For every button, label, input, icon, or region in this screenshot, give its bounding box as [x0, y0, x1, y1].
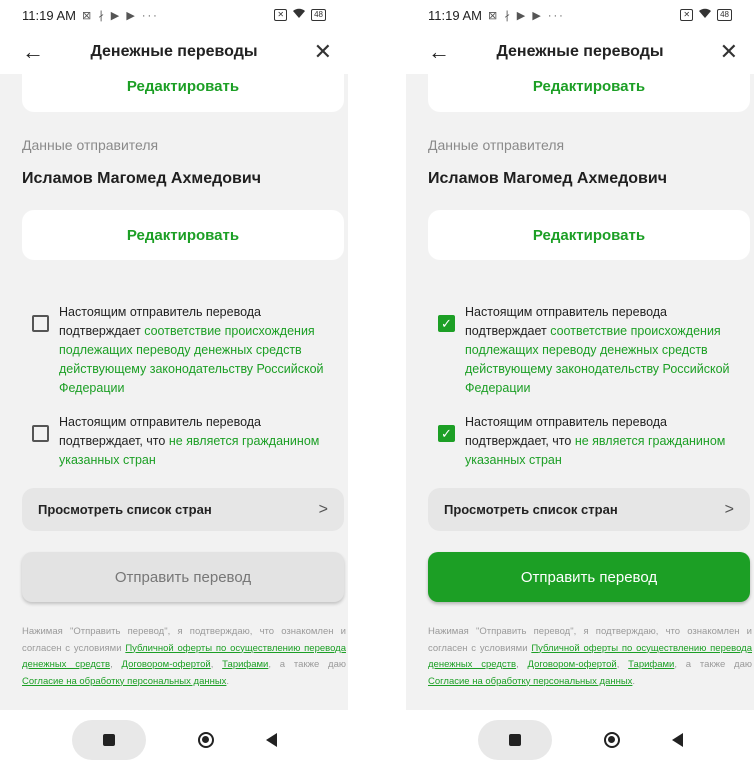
screen-unchecked: 11:19 AM ⊠ ∤ ▶ ▶ ··· ✕ 48 ← Денежные пер…: [0, 0, 348, 769]
edit-recipient-button[interactable]: Редактировать: [127, 78, 239, 95]
recipient-edit-card[interactable]: Редактировать: [22, 74, 344, 112]
consent-origin-row[interactable]: Настоящим отправитель перевода подтвержд…: [32, 303, 338, 398]
chevron-right-icon: >: [724, 500, 734, 518]
send-transfer-label: Отправить перевод: [520, 568, 658, 586]
status-time: 11:19 AM: [428, 7, 482, 23]
origin-consent-text: Настоящим отправитель перевода подтвержд…: [465, 303, 744, 398]
legal-text-2: ,: [516, 659, 528, 670]
close-icon[interactable]: ✕: [720, 39, 738, 65]
app-header: ← Денежные переводы ✕: [406, 30, 754, 74]
edit-sender-button[interactable]: Редактировать: [127, 227, 239, 244]
legal-notice: Нажимая "Отправить перевод", я подтвержд…: [22, 624, 346, 690]
citizenship-checkbox[interactable]: [32, 425, 49, 442]
legal-notice: Нажимая "Отправить перевод", я подтвержд…: [428, 624, 752, 690]
square-icon: [508, 733, 521, 746]
square-icon: [102, 733, 115, 746]
sender-edit-card[interactable]: Редактировать: [428, 210, 750, 260]
status-bar: 11:19 AM ⊠ ∤ ▶ ▶ ··· ✕ 48: [0, 0, 348, 30]
origin-checkbox[interactable]: ✓: [438, 315, 455, 332]
legal-text-3: ,: [616, 659, 629, 670]
sender-section-label: Данные отправителя: [22, 137, 159, 153]
recipient-edit-card[interactable]: Редактировать: [428, 74, 750, 112]
legal-text-2: ,: [110, 659, 122, 670]
send-transfer-button[interactable]: Отправить перевод: [428, 552, 750, 602]
tariffs-link[interactable]: Тарифами: [222, 659, 268, 670]
legal-text-4: , а также даю: [268, 659, 347, 670]
system-icons: ✕ 48: [274, 8, 326, 22]
chevron-right-icon: >: [318, 500, 328, 518]
citizenship-consent-text: Настоящим отправитель перевода подтвержд…: [59, 413, 338, 470]
data-processing-consent-link[interactable]: Согласие на обработку персональных данны…: [428, 676, 632, 687]
recents-button[interactable]: [71, 719, 146, 760]
origin-consent-text: Настоящим отправитель перевода подтвержд…: [59, 303, 338, 398]
status-bar: 11:19 AM ⊠ ∤ ▶ ▶ ··· ✕ 48: [406, 0, 754, 30]
system-nav-bar: [0, 710, 348, 769]
contract-offer-link[interactable]: Договором-офертой: [122, 659, 211, 670]
view-countries-label: Просмотреть список стран: [444, 502, 618, 517]
sim-icon: ✕: [274, 9, 288, 21]
data-processing-consent-link[interactable]: Согласие на обработку персональных данны…: [22, 676, 226, 687]
legal-text-3: ,: [210, 659, 223, 670]
close-icon[interactable]: ✕: [314, 39, 332, 65]
send-transfer-label: Отправить перевод: [114, 568, 252, 586]
recents-button[interactable]: [477, 719, 552, 760]
system-nav-bar: [406, 710, 754, 769]
back-triangle-icon[interactable]: [671, 732, 683, 747]
sim-icon: ✕: [680, 9, 694, 21]
view-countries-button[interactable]: Просмотреть список стран >: [428, 488, 750, 531]
sender-edit-card[interactable]: Редактировать: [22, 210, 344, 260]
status-time: 11:19 AM: [22, 7, 76, 23]
consent-citizenship-row[interactable]: Настоящим отправитель перевода подтвержд…: [32, 413, 338, 470]
edit-recipient-button[interactable]: Редактировать: [533, 78, 645, 95]
battery-icon: 48: [311, 9, 326, 21]
sender-section-label: Данные отправителя: [428, 137, 565, 153]
notification-icons: ⊠ ∤ ▶ ▶ ···: [81, 9, 159, 22]
edit-sender-button[interactable]: Редактировать: [533, 227, 645, 244]
tariffs-link[interactable]: Тарифами: [628, 659, 674, 670]
screen-checked: 11:19 AM ⊠ ∤ ▶ ▶ ··· ✕ 48 ← Денежные пер…: [406, 0, 754, 769]
view-countries-label: Просмотреть список стран: [38, 502, 212, 517]
wifi-icon: [292, 8, 306, 22]
sender-name: Исламов Магомед Ахмедович: [22, 170, 261, 187]
back-triangle-icon[interactable]: [265, 732, 277, 747]
view-countries-button[interactable]: Просмотреть список стран >: [22, 488, 344, 531]
wifi-icon: [698, 8, 712, 22]
legal-text-4: , а также даю: [674, 659, 753, 670]
page-title: Денежные переводы: [496, 43, 664, 60]
contract-offer-link[interactable]: Договором-офертой: [528, 659, 617, 670]
consent-citizenship-row[interactable]: ✓ Настоящим отправитель перевода подтвер…: [438, 413, 744, 470]
home-button[interactable]: [603, 731, 620, 748]
notification-icons: ⊠ ∤ ▶ ▶ ···: [487, 9, 565, 22]
sender-name: Исламов Магомед Ахмедович: [428, 170, 667, 187]
back-arrow-icon[interactable]: ←: [428, 39, 450, 65]
legal-text-5: .: [226, 675, 230, 687]
origin-checkbox[interactable]: [32, 315, 49, 332]
system-icons: ✕ 48: [680, 8, 732, 22]
home-button[interactable]: [197, 731, 214, 748]
page-title: Денежные переводы: [90, 43, 258, 60]
citizenship-consent-text: Настоящим отправитель перевода подтвержд…: [465, 413, 744, 470]
send-transfer-button[interactable]: Отправить перевод: [22, 552, 344, 602]
back-arrow-icon[interactable]: ←: [22, 39, 44, 65]
citizenship-checkbox[interactable]: ✓: [438, 425, 455, 442]
consent-origin-row[interactable]: ✓ Настоящим отправитель перевода подтвер…: [438, 303, 744, 398]
legal-text-5: .: [632, 675, 636, 687]
app-header: ← Денежные переводы ✕: [0, 30, 348, 74]
battery-icon: 48: [717, 9, 732, 21]
